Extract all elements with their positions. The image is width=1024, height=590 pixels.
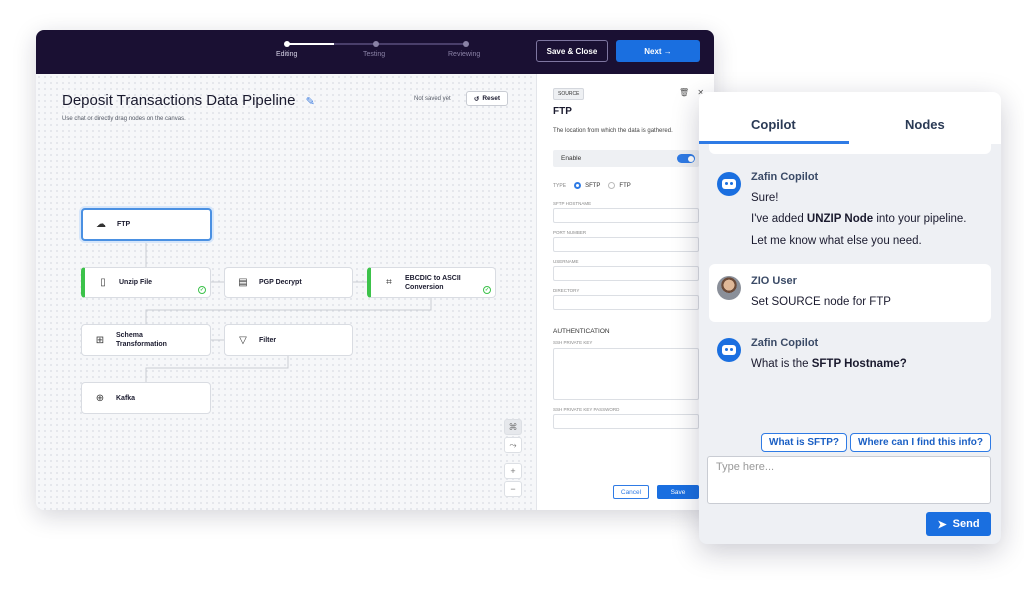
step-testing[interactable]: Testing xyxy=(363,51,385,58)
ssh-key-textarea[interactable] xyxy=(553,348,699,400)
authentication-heading: AUTHENTICATION xyxy=(553,328,610,335)
node-label: FTP xyxy=(117,221,131,228)
source-config-panel: SOURCE 🗑 ✕ FTP The location from which t… xyxy=(536,74,714,510)
copilot-chat-window: Copilot Nodes Zafin Copilot Sure! I've a… xyxy=(699,92,1001,544)
next-button[interactable]: Next → xyxy=(616,40,700,62)
enable-row: Enable xyxy=(553,150,699,167)
pipeline-editor-window: Editing Testing Reviewing Save & Close N… xyxy=(36,30,714,510)
send-button[interactable]: ➤ Send xyxy=(926,512,991,536)
panel-description: The location from which the data is gath… xyxy=(553,128,673,134)
radio-sftp[interactable] xyxy=(574,182,582,189)
tab-copilot[interactable]: Copilot xyxy=(751,117,796,132)
trash-icon[interactable]: 🗑 xyxy=(679,88,689,97)
node-filter[interactable]: ▽ Filter xyxy=(224,324,353,356)
tab-nodes[interactable]: Nodes xyxy=(905,117,945,132)
previous-message-edge xyxy=(709,144,991,154)
node-schema-transformation[interactable]: ⊞ Schema Transformation xyxy=(81,324,211,356)
sftp-hostname-input[interactable] xyxy=(553,208,699,223)
node-label: PGP Decrypt xyxy=(259,279,302,286)
type-label: TYPE xyxy=(553,182,567,189)
sftp-hostname-label: SFTP HOSTNAME xyxy=(553,201,592,206)
step-editing[interactable]: Editing xyxy=(276,51,297,58)
message-line: Let me know what else you need. xyxy=(751,235,922,247)
chat-message-user: ZIO User Set SOURCE node for FTP xyxy=(709,264,991,322)
bot-avatar-icon xyxy=(717,172,741,196)
chat-message-bot: Zafin Copilot Sure! I've added UNZIP Nod… xyxy=(709,164,991,258)
port-number-input[interactable] xyxy=(553,237,699,252)
node-label: Kafka xyxy=(116,394,136,402)
filter-icon: ▽ xyxy=(239,334,247,346)
save-close-button[interactable]: Save & Close xyxy=(536,40,608,62)
message-line: Sure! xyxy=(751,192,779,204)
message-sender: Zafin Copilot xyxy=(751,337,819,349)
send-icon: ➤ xyxy=(937,518,947,531)
option-ftp-label: FTP xyxy=(619,182,631,189)
enable-toggle[interactable] xyxy=(677,154,695,163)
chat-tabs: Copilot Nodes xyxy=(699,92,1001,144)
radio-ftp[interactable] xyxy=(608,182,616,189)
step-dot-editing xyxy=(284,41,290,47)
node-label: Unzip File xyxy=(119,279,153,286)
step-dot-testing xyxy=(373,41,379,47)
node-pgp-decrypt[interactable]: ▤ PGP Decrypt xyxy=(224,267,353,298)
cancel-button[interactable]: Cancel xyxy=(613,485,649,499)
save-button[interactable]: Save xyxy=(657,485,699,499)
ssh-password-input[interactable] xyxy=(553,414,699,429)
layout-icon[interactable]: ⌘ xyxy=(504,419,522,435)
message-sender: ZIO User xyxy=(751,275,797,287)
check-icon: ✓ xyxy=(198,286,206,294)
message-line: What is the SFTP Hostname? xyxy=(751,358,907,370)
document-lock-icon: ▤ xyxy=(238,277,248,288)
ssh-password-label: SSH PRIVATE KEY PASSWORD xyxy=(553,407,620,412)
suggestion-chip[interactable]: What is SFTP? xyxy=(761,433,847,452)
port-number-label: PORT NUMBER xyxy=(553,230,587,235)
option-sftp-label: SFTP xyxy=(585,182,601,189)
file-icon: ▯ xyxy=(100,277,106,288)
hierarchy-icon: ⌗ xyxy=(386,277,392,288)
chat-input[interactable]: Type here... xyxy=(707,456,991,504)
type-selector: TYPE SFTP FTP xyxy=(553,182,631,189)
route-icon[interactable]: ⤳ xyxy=(504,437,522,453)
kafka-icon: ⊕ xyxy=(95,392,105,404)
progress-stepper: Editing Testing Reviewing xyxy=(276,38,496,66)
enable-label: Enable xyxy=(561,155,582,162)
top-bar: Editing Testing Reviewing Save & Close N… xyxy=(36,30,714,74)
canvas-toolbar: ⌘ ⤳ + − xyxy=(504,419,522,499)
bot-avatar-icon xyxy=(717,338,741,362)
suggestion-chip[interactable]: Where can I find this info? xyxy=(850,433,991,452)
node-kafka[interactable]: ⊕ Kafka xyxy=(81,382,211,414)
message-line: Set SOURCE node for FTP xyxy=(751,296,891,308)
check-icon: ✓ xyxy=(483,286,491,294)
zoom-in-icon[interactable]: + xyxy=(504,463,522,479)
node-label: Filter xyxy=(259,336,277,344)
directory-input[interactable] xyxy=(553,295,699,310)
panel-title: FTP xyxy=(553,106,572,117)
stepper-progress xyxy=(286,43,334,45)
node-label: Schema Transformation xyxy=(116,332,167,348)
user-avatar xyxy=(717,276,741,300)
node-label: EBCDIC to ASCII Conversion xyxy=(405,274,461,291)
connector-filter-kafka xyxy=(145,356,289,382)
step-dot-reviewing xyxy=(463,41,469,47)
username-label: USERNAME xyxy=(553,259,579,264)
node-ebcdic-to-ascii[interactable]: ⌗ EBCDIC to ASCII Conversion ✓ xyxy=(367,267,496,298)
directory-label: DIRECTORY xyxy=(553,288,580,293)
pipeline-canvas[interactable]: Deposit Transactions Data Pipeline ✎ Use… xyxy=(36,74,536,510)
message-sender: Zafin Copilot xyxy=(751,171,819,183)
ssh-key-label: SSH PRIVATE KEY xyxy=(553,340,593,345)
connector-ebcdic-schema xyxy=(145,298,432,324)
username-input[interactable] xyxy=(553,266,699,281)
screen: Editing Testing Reviewing Save & Close N… xyxy=(0,0,1024,590)
node-ftp[interactable]: ☁ FTP xyxy=(81,208,212,241)
node-unzip-file[interactable]: ▯ Unzip File ✓ xyxy=(81,267,211,298)
zoom-out-icon[interactable]: − xyxy=(504,481,522,497)
message-line: I've added UNZIP Node into your pipeline… xyxy=(751,213,967,225)
schema-icon: ⊞ xyxy=(95,334,105,346)
chat-message-bot: Zafin Copilot What is the SFTP Hostname? xyxy=(709,330,991,380)
send-label: Send xyxy=(952,518,980,530)
cloud-icon: ☁ xyxy=(96,219,106,230)
source-badge: SOURCE xyxy=(553,88,585,100)
step-reviewing[interactable]: Reviewing xyxy=(448,51,480,58)
